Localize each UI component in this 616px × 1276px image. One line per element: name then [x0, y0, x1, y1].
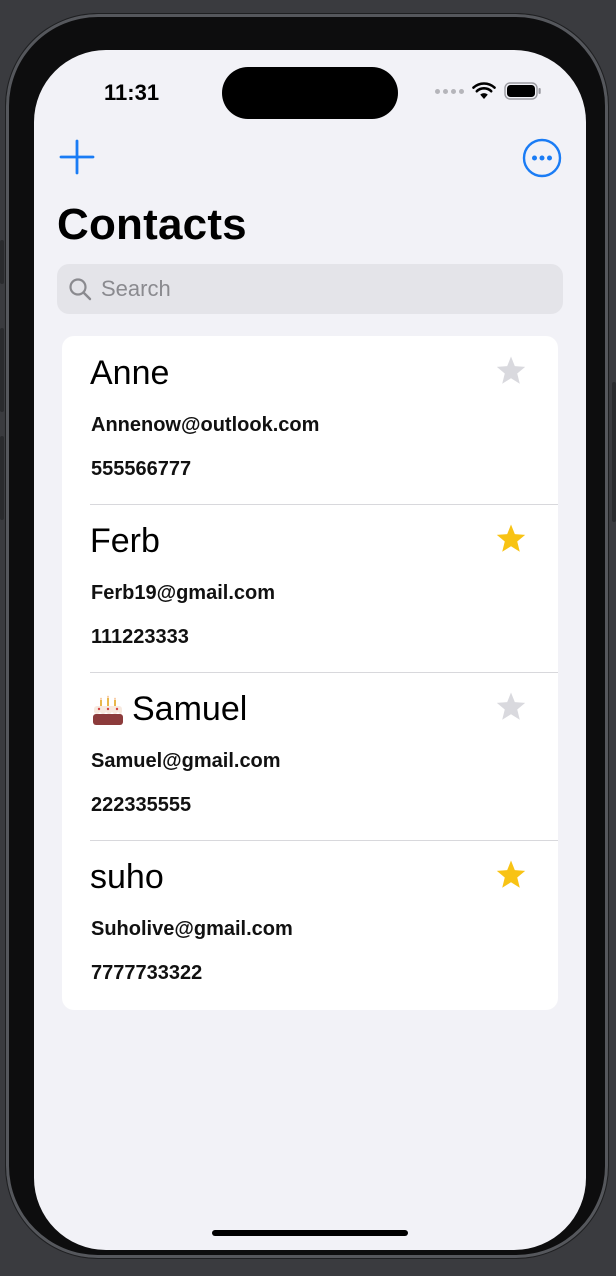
contact-name-text: Ferb	[90, 522, 160, 560]
star-filled-icon[interactable]	[494, 858, 528, 892]
contact-email: Suholive@gmail.com	[91, 918, 293, 940]
search-icon	[69, 278, 92, 301]
star-icon[interactable]	[494, 354, 528, 388]
contact-phone: 222335555	[91, 794, 192, 816]
search-input[interactable]	[101, 276, 541, 302]
volume-up-button	[0, 328, 4, 412]
plus-icon	[59, 139, 95, 175]
birthday-cake-icon	[93, 695, 123, 725]
contact-email: Samuel@gmail.com	[91, 750, 281, 772]
contact-name: suho	[90, 858, 164, 897]
add-contact-button[interactable]	[58, 138, 96, 176]
contact-email: Ferb19@gmail.com	[91, 582, 276, 604]
status-indicators	[435, 82, 542, 100]
status-time: 11:31	[104, 80, 160, 105]
star-filled-icon[interactable]	[494, 522, 528, 556]
power-button	[612, 382, 616, 522]
volume-down-button	[0, 436, 4, 520]
contact-phone: 555566777	[91, 458, 192, 480]
contact-email: Annenow@outlook.com	[91, 414, 320, 436]
contact-name: Samuel	[90, 690, 247, 729]
page-title: Contacts	[57, 200, 247, 249]
contact-name-text: suho	[90, 858, 164, 896]
contact-row[interactable]: suho Suholive@gmail.com 7777733322	[62, 840, 558, 1008]
home-indicator[interactable]	[212, 1230, 408, 1236]
star-icon[interactable]	[494, 690, 528, 724]
action-button	[0, 240, 4, 284]
dynamic-island	[222, 67, 398, 119]
contact-phone: 7777733322	[91, 962, 203, 984]
phone-frame: 11:31 Contacts Search Anne Annenow@outlo…	[6, 14, 608, 1258]
contact-name: Ferb	[90, 522, 160, 561]
contact-name-text: Samuel	[132, 690, 248, 728]
cellular-signal-icon	[435, 88, 464, 94]
search-bar[interactable]	[57, 264, 563, 314]
contact-phone: 111223333	[91, 626, 189, 648]
more-options-button[interactable]	[522, 138, 562, 178]
wifi-icon	[472, 82, 496, 99]
contact-row[interactable]: Anne Annenow@outlook.com 555566777	[62, 336, 558, 504]
contact-name-text: Anne	[90, 354, 170, 392]
screen: 11:31 Contacts Search Anne Annenow@outlo…	[34, 50, 586, 1250]
contacts-list: Anne Annenow@outlook.com 555566777 Ferb …	[62, 336, 558, 1010]
battery-icon	[504, 82, 541, 100]
contact-row[interactable]: Samuel Samuel@gmail.com 222335555	[62, 672, 558, 840]
ellipsis-circle-icon	[522, 138, 562, 178]
contact-name: Anne	[90, 354, 169, 393]
contact-row[interactable]: Ferb Ferb19@gmail.com 111223333	[62, 504, 558, 672]
